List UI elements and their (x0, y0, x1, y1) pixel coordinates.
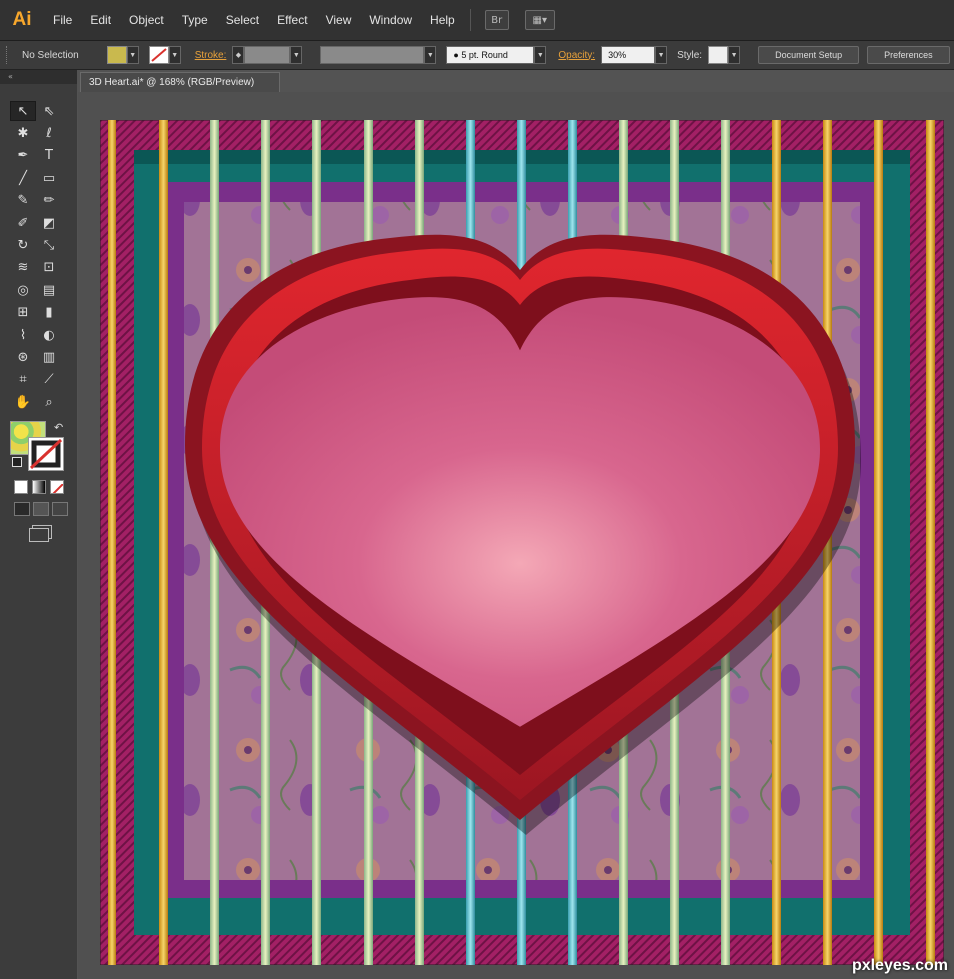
stroke-weight-dropdown[interactable]: ▼ (290, 46, 303, 64)
document-setup-button[interactable]: Document Setup (758, 46, 860, 64)
blend-tool-icon[interactable]: ◐ (36, 325, 62, 345)
scale-tool-icon[interactable]: ⤡ (36, 236, 62, 256)
rotate-tool-icon[interactable]: ↻ (10, 236, 36, 256)
gradient-mode-icon[interactable] (32, 479, 46, 494)
width-tool-icon[interactable]: ≋ (10, 258, 36, 278)
slice-tool-icon[interactable]: ⟋ (36, 370, 62, 390)
opacity-field[interactable]: 30% (601, 46, 656, 64)
menu-edit[interactable]: Edit (81, 13, 120, 27)
stroke-swatch[interactable] (148, 46, 169, 64)
heart-artwork (99, 119, 945, 966)
pen-tool-icon[interactable]: ✒ (10, 146, 36, 166)
eraser-icon[interactable]: ◩ (36, 213, 62, 233)
tools-panel-collapse[interactable]: « (0, 70, 77, 84)
gradient-tool-icon[interactable]: ▮ (36, 303, 62, 323)
magic-wand-icon[interactable]: ✱ (10, 124, 36, 144)
opacity-dropdown[interactable]: ▼ (655, 46, 668, 64)
tools-panel: « ↖ ⇖ ✱ ℓ ✒ T ╱ ▭ ✎ ✏ ✐ ◩ ↻ ⤡ ≋ ⊡ ◎ ▤ ⊞ ▮ ⌇ ◐ ⊛ ▥ ⌗ ⟋… (0, 70, 77, 979)
variable-width-field[interactable] (320, 46, 425, 64)
arrange-documents-icon[interactable]: ▦▾ (524, 10, 555, 30)
fill-dropdown[interactable]: ▼ (126, 46, 139, 64)
type-tool-icon[interactable]: T (36, 146, 62, 166)
draw-inside-icon[interactable] (52, 502, 68, 517)
blob-brush-icon[interactable]: ✐ (10, 213, 36, 233)
direct-selection-tool-icon[interactable]: ⇖ (36, 101, 62, 121)
menu-window[interactable]: Window (360, 13, 421, 27)
hand-tool-icon[interactable]: ✋ (10, 392, 36, 412)
selection-tool-icon[interactable]: ↖ (10, 101, 36, 122)
stroke-weight-stepper[interactable]: ◆ (232, 46, 245, 64)
style-label: Style: (677, 49, 703, 61)
symbol-sprayer-icon[interactable]: ⊛ (10, 347, 36, 367)
panel-grip[interactable] (6, 46, 11, 64)
app-logo: Ai (12, 9, 32, 30)
brush-label: 5 pt. Round (461, 50, 508, 60)
selection-status: No Selection (22, 49, 79, 61)
perspective-grid-icon[interactable]: ▤ (36, 280, 62, 300)
tools-grid: ↖ ⇖ ✱ ℓ ✒ T ╱ ▭ ✎ ✏ ✐ ◩ ↻ ⤡ ≋ ⊡ ◎ ▤ ⊞ ▮ ⌇ ◐ ⊛ ▥ ⌗ ⟋ ✋… (10, 100, 68, 547)
stroke-weight-field[interactable] (244, 46, 291, 64)
document-tab[interactable]: 3D Heart.ai* @ 168% (RGB/Preview) (80, 72, 280, 92)
free-transform-icon[interactable]: ⊡ (36, 258, 62, 278)
paintbrush-icon[interactable]: ✎ (10, 191, 36, 211)
menu-view[interactable]: View (317, 13, 361, 27)
artboard-tool-icon[interactable]: ⌗ (10, 370, 36, 390)
menu-bar: Ai File Edit Object Type Select Effect V… (0, 0, 954, 41)
stroke-dropdown[interactable]: ▼ (168, 46, 181, 64)
color-mode-icon[interactable] (14, 479, 28, 494)
pencil-icon[interactable]: ✏ (36, 191, 62, 211)
preferences-button[interactable]: Preferences (867, 46, 950, 64)
brush-dropdown[interactable]: ▼ (534, 46, 547, 64)
draw-normal-icon[interactable] (14, 502, 30, 517)
variable-width-dropdown[interactable]: ▼ (424, 46, 437, 64)
lasso-icon[interactable]: ℓ (36, 124, 62, 144)
stroke-none-icon (29, 439, 63, 470)
shape-builder-icon[interactable]: ◎ (10, 280, 36, 300)
brush-field[interactable]: ● 5 pt. Round (446, 46, 535, 64)
fill-swatch[interactable] (106, 46, 127, 64)
default-colors-icon[interactable] (12, 457, 22, 468)
stroke-none-icon (151, 48, 167, 62)
watermark: pxleyes.com (851, 957, 948, 974)
menu-select[interactable]: Select (217, 13, 268, 27)
control-bar: No Selection ▼ ▼ Stroke: ◆ ▼ ▼ ● 5 pt. R… (0, 41, 954, 70)
style-swatch[interactable] (708, 46, 729, 64)
none-mode-icon[interactable] (50, 479, 64, 494)
menu-file[interactable]: File (44, 13, 81, 27)
stroke-color-box[interactable] (28, 437, 64, 472)
mesh-tool-icon[interactable]: ⊞ (10, 303, 36, 323)
swap-colors-icon[interactable]: ↶ (54, 421, 63, 434)
rectangle-tool-icon[interactable]: ▭ (36, 168, 62, 188)
menu-separator (469, 9, 471, 31)
line-tool-icon[interactable]: ╱ (10, 168, 36, 188)
menu-object[interactable]: Object (120, 13, 173, 27)
style-dropdown[interactable]: ▼ (728, 46, 741, 64)
opacity-label[interactable]: Opacity: (552, 50, 601, 61)
eyedropper-icon[interactable]: ⌇ (10, 325, 36, 345)
artboard[interactable] (99, 119, 945, 966)
draw-behind-icon[interactable] (33, 502, 49, 517)
menu-effect[interactable]: Effect (268, 13, 316, 27)
menu-help[interactable]: Help (421, 13, 464, 27)
bridge-icon[interactable]: Br (484, 10, 509, 30)
menu-type[interactable]: Type (173, 13, 217, 27)
stroke-label[interactable]: Stroke: (189, 50, 233, 61)
screen-mode-icon[interactable] (29, 528, 49, 543)
zoom-tool-icon[interactable]: ⌕ (36, 392, 62, 412)
column-graph-icon[interactable]: ▥ (36, 347, 62, 367)
